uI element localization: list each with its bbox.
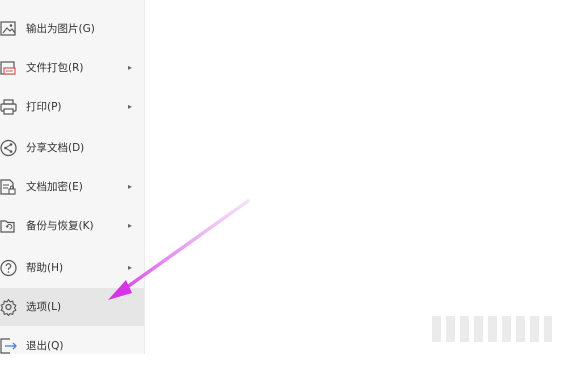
chevron-right-icon: ▸ [128, 63, 133, 72]
printer-icon [0, 98, 18, 116]
exit-icon [0, 337, 18, 355]
menu-item-print[interactable]: 打印(P) ▸ [0, 88, 144, 126]
menu-item-backup-restore[interactable]: 备份与恢复(K) ▸ [0, 207, 144, 245]
document-lock-icon [0, 178, 18, 196]
watermark [432, 316, 552, 342]
chevron-right-icon: ▸ [128, 102, 133, 111]
package-icon [0, 59, 18, 77]
chevron-right-icon: ▸ [128, 221, 133, 230]
menu-item-export-as-image[interactable]: 输出为图片(G) [0, 10, 144, 48]
menu-item-exit[interactable]: 退出(Q) [0, 327, 144, 365]
backup-restore-icon [0, 217, 18, 235]
menu-item-label: 退出(Q) [26, 340, 64, 352]
help-icon [0, 259, 18, 277]
menu-item-label: 文件打包(R) [26, 62, 84, 74]
menu-item-file-package[interactable]: 文件打包(R) ▸ [0, 49, 144, 87]
share-icon [0, 139, 18, 157]
menu-item-label: 备份与恢复(K) [26, 220, 94, 232]
gear-icon [0, 298, 18, 316]
menu-item-help[interactable]: 帮助(H) ▸ [0, 249, 144, 287]
file-menu-panel: 输出为图片(G) 文件打包(R) ▸ 打印(P) ▸ 分享文档(D) 文档加密(… [0, 0, 145, 354]
menu-item-label: 帮助(H) [26, 262, 64, 274]
chevron-right-icon: ▸ [128, 182, 133, 191]
menu-item-options[interactable]: 选项(L) [0, 288, 144, 326]
menu-item-label: 文档加密(E) [26, 181, 83, 193]
menu-item-label: 输出为图片(G) [26, 23, 95, 35]
image-export-icon [0, 20, 18, 38]
menu-item-label: 打印(P) [26, 101, 62, 113]
menu-item-document-encrypt[interactable]: 文档加密(E) ▸ [0, 168, 144, 206]
menu-item-share-document[interactable]: 分享文档(D) [0, 129, 144, 167]
menu-item-label: 选项(L) [26, 301, 62, 313]
chevron-right-icon: ▸ [128, 263, 133, 272]
menu-item-label: 分享文档(D) [26, 142, 85, 154]
